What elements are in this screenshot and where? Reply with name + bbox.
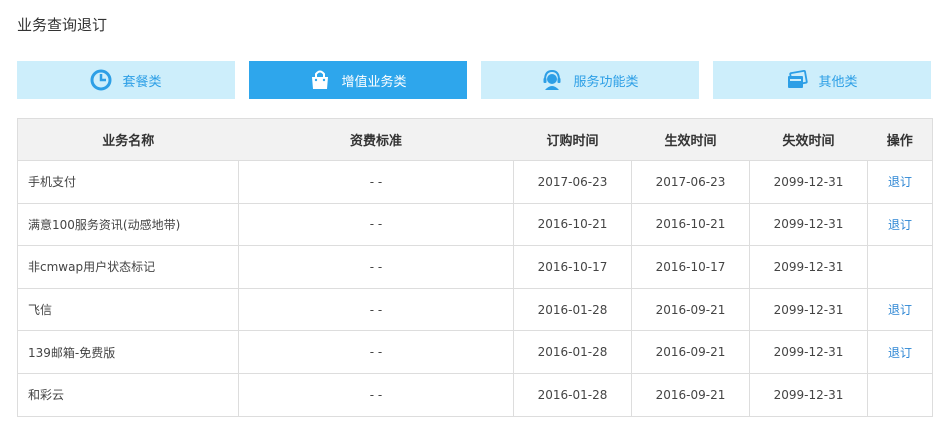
table-row: 和彩云 - - 2016-01-28 2016-09-21 2099-12-31 <box>17 372 933 417</box>
header-fee-standard: 资费标准 <box>238 118 514 161</box>
tab-other[interactable]: 其他类 <box>713 61 931 99</box>
cell-fee: - - <box>238 372 514 417</box>
unsubscribe-link[interactable]: 退订 <box>867 287 933 332</box>
header-action: 操作 <box>867 118 933 161</box>
category-tabs: 套餐类 增值业务类 服务功能类 其他类 <box>17 61 932 99</box>
cell-effective-time: 2016-09-21 <box>631 372 750 417</box>
shopping-bag-icon <box>309 69 331 91</box>
cell-order-time: 2016-10-17 <box>513 245 632 289</box>
cell-effective-time: 2016-09-21 <box>631 330 750 374</box>
unsubscribe-link[interactable]: 退订 <box>867 202 933 247</box>
header-business-name: 业务名称 <box>17 118 239 161</box>
tab-service-function[interactable]: 服务功能类 <box>481 61 699 99</box>
cell-expire-time: 2099-12-31 <box>749 330 868 374</box>
cell-expire-time: 2099-12-31 <box>749 160 868 204</box>
cell-fee: - - <box>238 330 514 374</box>
cell-business-name: 和彩云 <box>17 372 239 417</box>
business-table: 业务名称 资费标准 订购时间 生效时间 失效时间 操作 手机支付 - - 201… <box>17 118 933 417</box>
cell-business-name: 非cmwap用户状态标记 <box>17 245 239 289</box>
cell-effective-time: 2017-06-23 <box>631 160 750 204</box>
cell-business-name: 飞信 <box>17 287 239 332</box>
header-effective-time: 生效时间 <box>631 118 750 161</box>
cell-expire-time: 2099-12-31 <box>749 202 868 247</box>
table-row: 满意100服务资讯(动感地带) - - 2016-10-21 2016-10-2… <box>17 202 933 247</box>
cell-business-name: 手机支付 <box>17 160 239 204</box>
header-expire-time: 失效时间 <box>749 118 868 161</box>
cell-order-time: 2016-01-28 <box>513 372 632 417</box>
cell-business-name: 139邮箱-免费版 <box>17 330 239 374</box>
table-row: 手机支付 - - 2017-06-23 2017-06-23 2099-12-3… <box>17 160 933 204</box>
cell-fee: - - <box>238 202 514 247</box>
customer-service-headset-icon <box>541 69 563 91</box>
tab-value-added[interactable]: 增值业务类 <box>249 61 467 99</box>
cell-expire-time: 2099-12-31 <box>749 245 868 289</box>
cell-fee: - - <box>238 160 514 204</box>
table-row: 139邮箱-免费版 - - 2016-01-28 2016-09-21 2099… <box>17 330 933 374</box>
page-title: 业务查询退订 <box>17 16 108 34</box>
table-header-row: 业务名称 资费标准 订购时间 生效时间 失效时间 操作 <box>17 118 933 161</box>
tab-label: 增值业务类 <box>341 74 407 90</box>
cards-icon <box>786 69 809 91</box>
tab-label: 套餐类 <box>122 74 162 90</box>
tab-package[interactable]: 套餐类 <box>17 61 235 99</box>
cell-expire-time: 2099-12-31 <box>749 287 868 332</box>
cell-effective-time: 2016-09-21 <box>631 287 750 332</box>
cell-fee: - - <box>238 287 514 332</box>
cell-expire-time: 2099-12-31 <box>749 372 868 417</box>
cell-fee: - - <box>238 245 514 289</box>
cell-effective-time: 2016-10-21 <box>631 202 750 247</box>
table-row: 飞信 - - 2016-01-28 2016-09-21 2099-12-31 … <box>17 287 933 332</box>
cell-order-time: 2016-01-28 <box>513 330 632 374</box>
cell-order-time: 2017-06-23 <box>513 160 632 204</box>
cell-order-time: 2016-10-21 <box>513 202 632 247</box>
cell-action-empty <box>867 245 933 289</box>
unsubscribe-link[interactable]: 退订 <box>867 160 933 204</box>
cell-order-time: 2016-01-28 <box>513 287 632 332</box>
cell-effective-time: 2016-10-17 <box>631 245 750 289</box>
tab-label: 服务功能类 <box>573 74 639 90</box>
tab-label: 其他类 <box>818 74 858 90</box>
table-row: 非cmwap用户状态标记 - - 2016-10-17 2016-10-17 2… <box>17 245 933 289</box>
cell-business-name: 满意100服务资讯(动感地带) <box>17 202 239 247</box>
unsubscribe-link[interactable]: 退订 <box>867 330 933 374</box>
pie-chart-icon <box>90 69 112 91</box>
cell-action-empty <box>867 372 933 417</box>
header-order-time: 订购时间 <box>513 118 632 161</box>
